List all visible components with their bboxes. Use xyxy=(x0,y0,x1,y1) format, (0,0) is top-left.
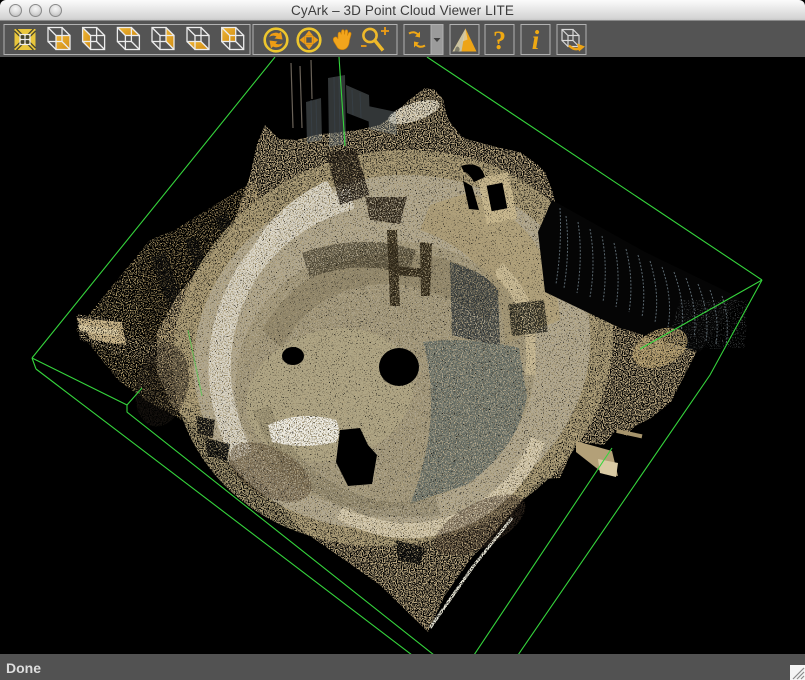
svg-text:?: ? xyxy=(493,26,506,55)
svg-text:i: i xyxy=(532,25,540,55)
